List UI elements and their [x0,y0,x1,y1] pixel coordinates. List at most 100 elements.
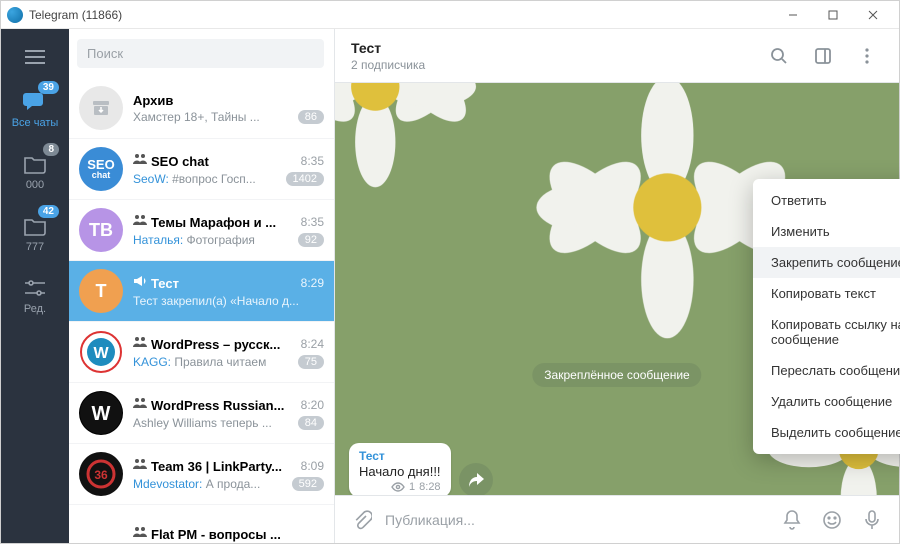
svg-text:W: W [93,345,109,362]
chat-preview: SeoW: #вопрос Госп... [133,172,280,186]
chat-time: 8:20 [301,398,324,412]
svg-text:W: W [92,403,111,425]
group-icon [133,525,147,543]
emoji-button[interactable] [815,503,849,537]
close-button[interactable] [853,1,893,29]
channel-icon [133,274,147,292]
folder-badge: 8 [43,143,59,156]
unread-badge: 1402 [286,172,324,186]
chat-name: Темы Марафон и ... [151,215,291,230]
context-menu-item[interactable]: Удалить сообщение [753,386,900,417]
context-menu-item[interactable]: Копировать ссылку на сообщение [753,309,900,355]
service-message-pinned[interactable]: Закреплённое сообщение [532,363,701,387]
search-input[interactable] [77,39,324,68]
chat-list-item[interactable]: SEOchat SEO chat 8:35 SeoW: #вопрос Госп...… [69,139,334,200]
chat-avatar: 36 [79,452,123,496]
window-title: Telegram (11866) [29,8,773,22]
chat-subtitle: 2 подписчика [351,58,751,72]
chat-list-item[interactable]: 36Team 36 | LinkParty...8:09Mdevostator:… [69,444,334,505]
folder-badge: 39 [38,81,59,94]
chat-avatar: W [79,391,123,435]
chat-time: 8:09 [301,459,324,473]
unread-badge: 86 [298,110,324,124]
window-titlebar: Telegram (11866) [1,1,899,29]
unread-badge: 92 [298,233,324,247]
group-icon [133,457,147,475]
unread-badge: 592 [292,477,324,491]
folder-777[interactable]: 42 777 [1,209,69,257]
context-menu-item[interactable]: Выделить сообщение [753,417,900,448]
folder-label: 000 [26,179,44,191]
menu-button[interactable] [21,43,49,71]
chat-list-item[interactable]: Flat PM - вопросы ... [69,505,334,543]
folder-label: Ред. [24,303,46,315]
sliders-icon [22,275,48,301]
context-menu-item[interactable]: Закрепить сообщение [753,247,900,278]
share-button[interactable] [459,463,493,495]
context-menu-item[interactable]: Копировать текст [753,278,900,309]
context-menu-item[interactable]: Переслать сообщение [753,355,900,386]
message-author: Тест [359,449,441,463]
chat-name: Тест [151,276,291,291]
context-menu-item[interactable]: Изменить [753,216,900,247]
search-in-chat-button[interactable] [763,40,795,72]
message-time: 8:28 [419,481,440,493]
chat-preview: Ashley Williams теперь ... [133,416,292,430]
folder-badge: 42 [38,205,59,218]
chat-title[interactable]: Тест [351,40,751,56]
chat-list-item[interactable]: ТВ Темы Марафон и ... 8:35 Наталья: Фотогра… [69,200,334,261]
group-icon [133,213,147,231]
chat-time: 8:35 [301,215,324,229]
sidebar-toggle-button[interactable] [807,40,839,72]
chat-avatar: W [79,330,123,374]
more-button[interactable] [851,40,883,72]
unread-badge: 84 [298,416,324,430]
chat-time: 8:35 [301,154,324,168]
attach-button[interactable] [345,503,379,537]
folder-edit[interactable]: Ред. [1,271,69,319]
folders-rail: 39 Все чаты 8 000 42 777 [1,29,69,543]
chat-preview: Mdevostator: А прода... [133,477,286,491]
unread-badge: 75 [298,355,324,369]
folder-label: 777 [26,241,44,253]
message[interactable]: Тест Начало дня!!! 1 8:28 [349,443,493,495]
chat-list-item[interactable]: АрхивХамстер 18+, Тайны ...86 [69,78,334,139]
folder-all-chats[interactable]: 39 Все чаты [1,85,69,133]
maximize-button[interactable] [813,1,853,29]
chat-list-item[interactable]: W WordPress Russian... 8:20 Ashley Williams… [69,383,334,444]
chat-name: Flat PM - вопросы ... [151,527,324,542]
chat-name: WordPress Russian... [151,398,291,413]
chat-time: 8:29 [301,276,324,290]
message-input[interactable] [385,512,769,528]
folder-000[interactable]: 8 000 [1,147,69,195]
chat-list-item[interactable]: WWordPress – русск...8:24KAGG: Правила ч… [69,322,334,383]
chat-preview: Тест закрепил(а) «Начало д... [133,294,324,308]
message-context-menu: ОтветитьИзменитьЗакрепить сообщениеКопир… [753,179,900,454]
chat-header: Тест 2 подписчика [335,29,899,83]
app-icon [7,7,23,23]
notifications-button[interactable] [775,503,809,537]
group-icon [133,152,147,170]
svg-text:36: 36 [94,468,108,482]
folder-label: Все чаты [12,117,59,129]
chat-avatar: Т [79,269,123,313]
chat-name: SEO chat [151,154,291,169]
chat-list-panel: АрхивХамстер 18+, Тайны ...86 SEOchat SEO … [69,29,335,543]
chat-preview: KAGG: Правила читаем [133,355,292,369]
folder-icon [22,151,48,177]
chat-preview: Наталья: Фотография [133,233,292,247]
message-text: Начало дня!!! [359,464,441,479]
group-icon [133,396,147,414]
chat-avatar [79,513,123,543]
chat-list-item[interactable]: Т Тест 8:29 Тест закрепил(а) «Начало д... [69,261,334,322]
chat-name: Архив [133,93,324,108]
voice-button[interactable] [855,503,889,537]
chat-avatar: ТВ [79,208,123,252]
chat-avatar: SEOchat [79,147,123,191]
context-menu-item[interactable]: Ответить [753,185,900,216]
minimize-button[interactable] [773,1,813,29]
group-icon [133,335,147,353]
chat-name: WordPress – русск... [151,337,291,352]
composer [335,495,899,543]
conversation-panel: Тест 2 подписчика [335,29,899,543]
